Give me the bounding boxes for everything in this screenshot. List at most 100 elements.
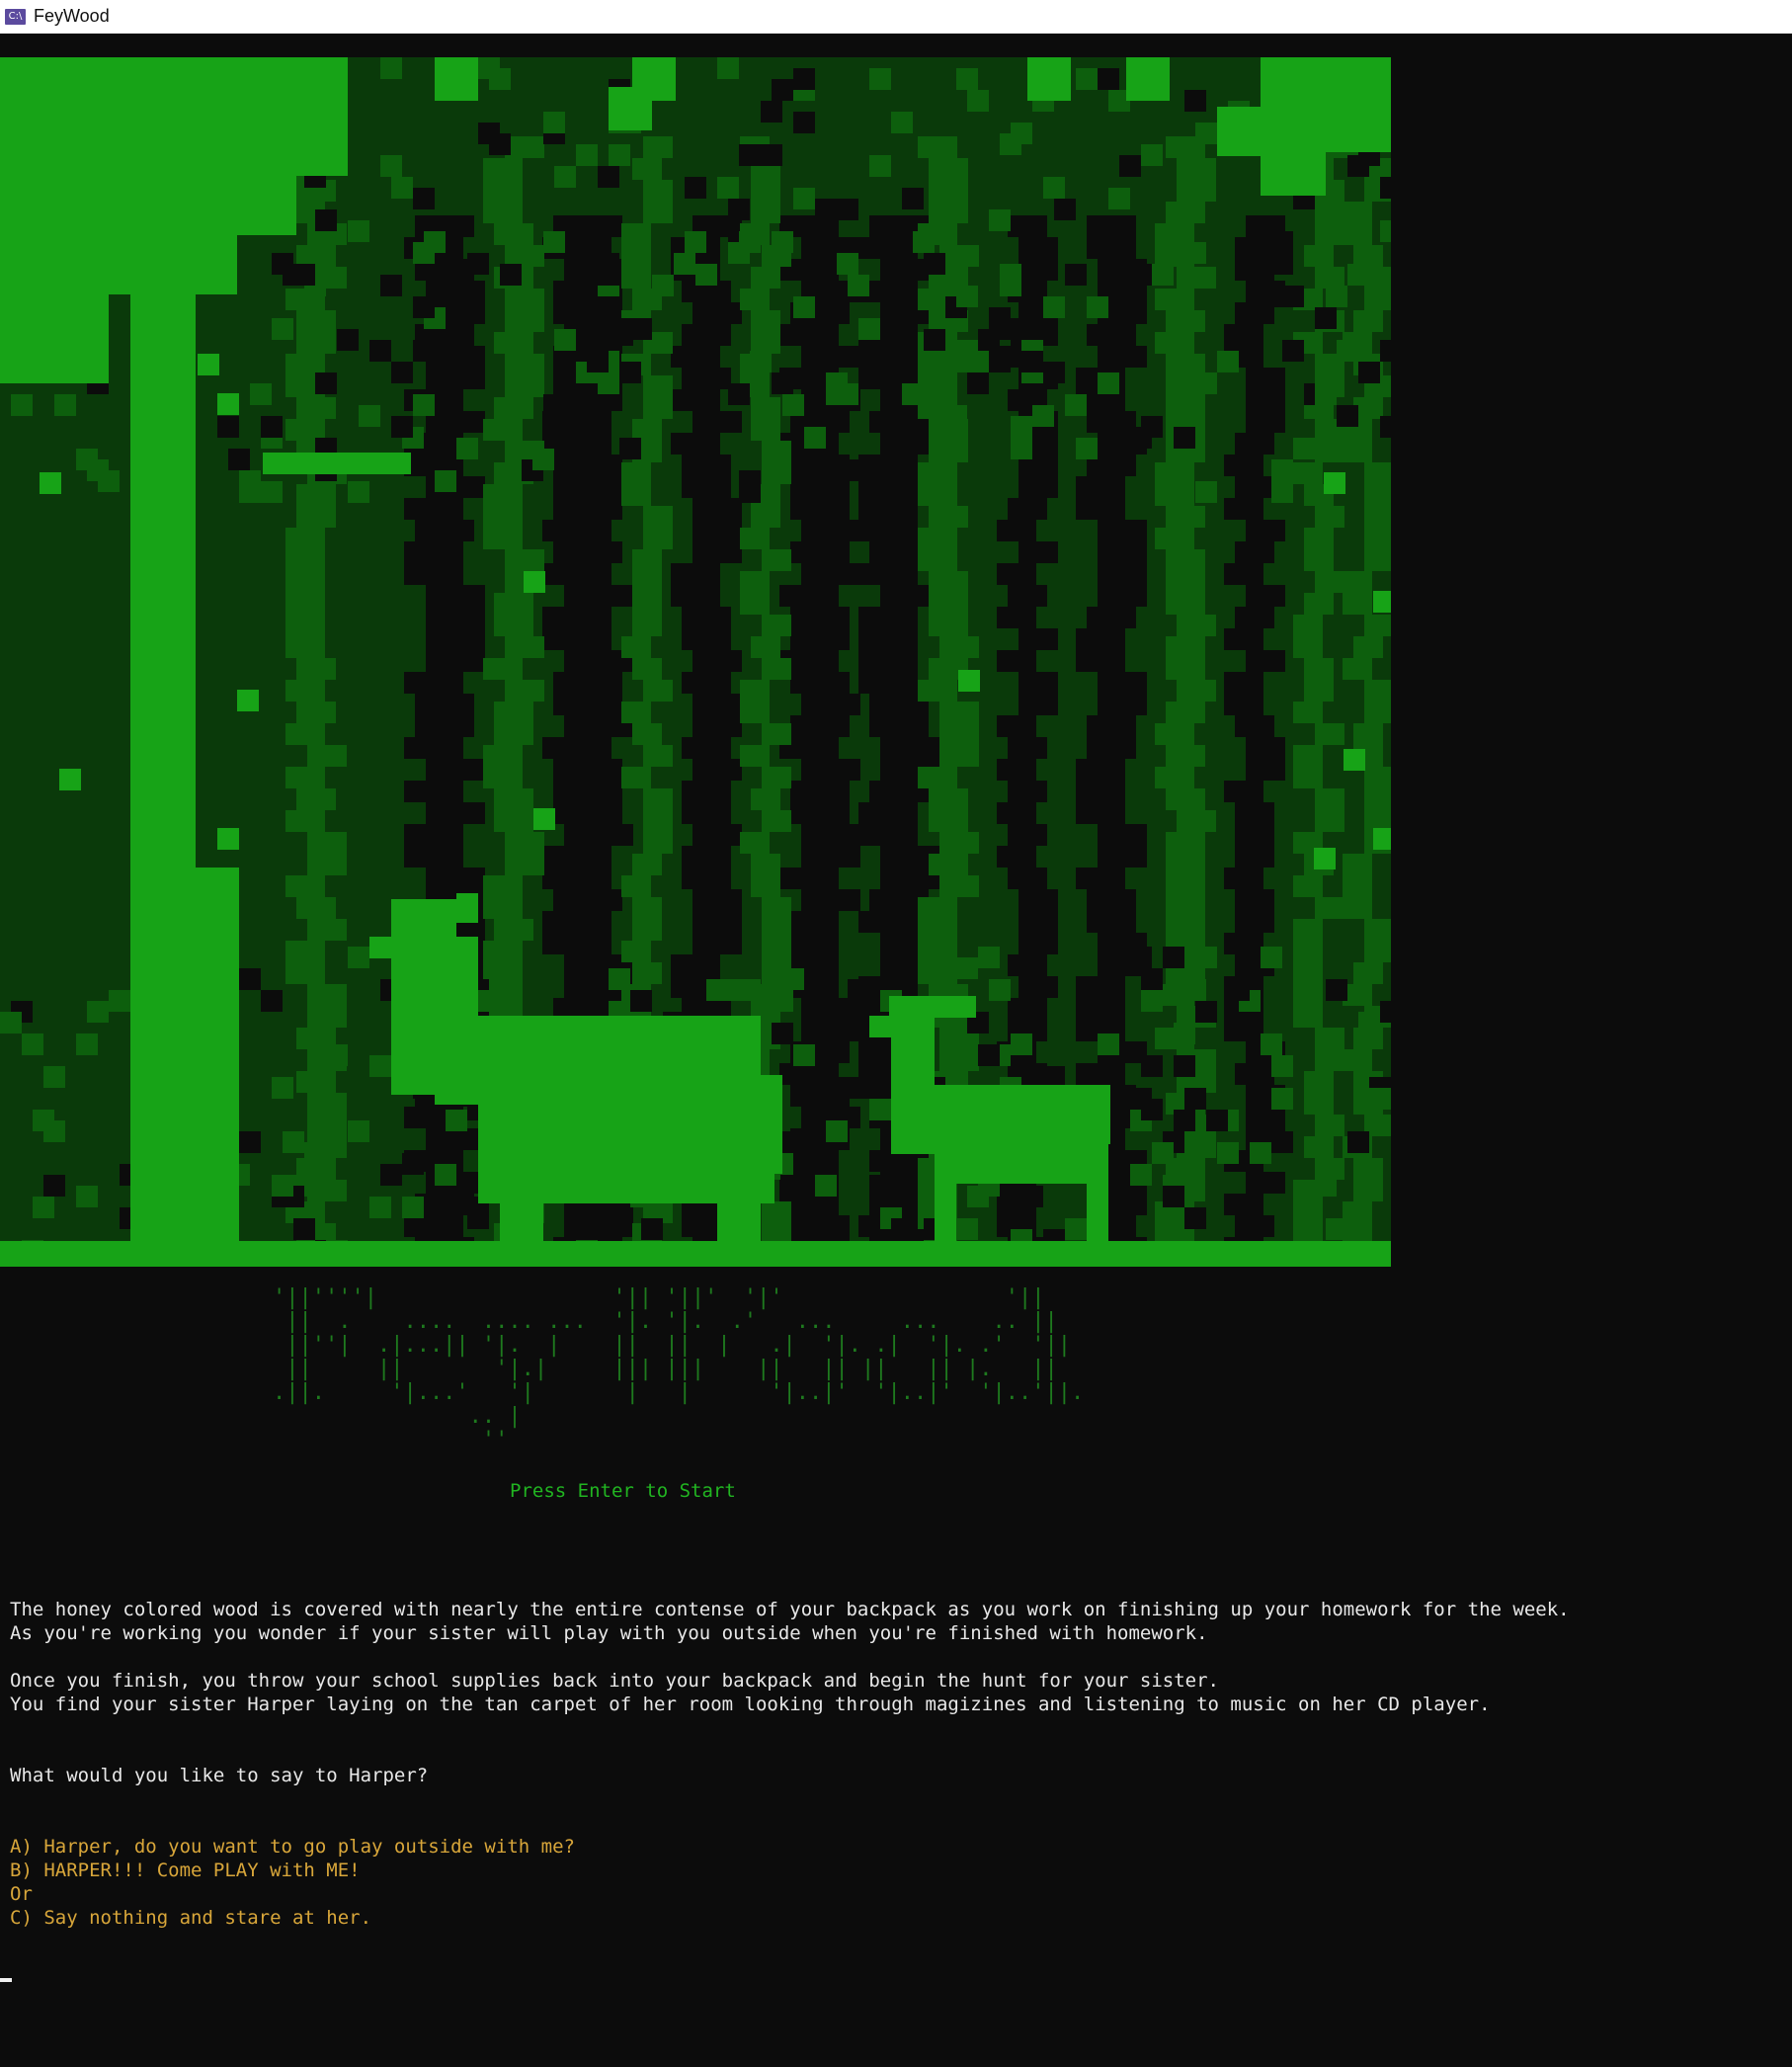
forest-shadow-block [1076, 650, 1125, 672]
ground-block [369, 1055, 391, 1077]
forest-shadow-block [1076, 868, 1125, 889]
forest-shadow-block [671, 433, 720, 455]
ground-block [1065, 1218, 1087, 1240]
forest-shadow-block [801, 824, 860, 846]
forest-shadow-block [1098, 563, 1147, 585]
forest-shadow-block [1008, 954, 1047, 976]
canopy-block [772, 231, 793, 253]
leaf-highlight [1373, 591, 1391, 613]
tree-trunk-bright [152, 868, 239, 1267]
forest-shadow-block [801, 563, 860, 585]
ground-block [500, 968, 522, 990]
forest-trunk-block [1177, 615, 1216, 636]
forest-trunk-block [285, 528, 325, 549]
canopy-block [619, 438, 641, 459]
canopy-block [1141, 144, 1163, 166]
canopy-block [717, 57, 739, 79]
canopy-block [532, 449, 554, 470]
forest-trunk-block [1293, 462, 1323, 484]
canopy-block [924, 253, 945, 275]
canopy-block [674, 253, 695, 275]
canopy-bright [0, 57, 348, 176]
forest-trunk-block [505, 549, 544, 571]
canopy-block [1358, 362, 1380, 383]
forest-shadow-block [404, 498, 463, 520]
canopy-block [1174, 427, 1195, 449]
forest-trunk-block [1177, 680, 1216, 702]
ground-block [891, 1218, 913, 1240]
forest-trunk-block [762, 1201, 791, 1223]
forest-shadow-block [692, 715, 742, 737]
forest-trunk-block [632, 419, 662, 441]
forest-shadow-block [1076, 628, 1125, 650]
forest-trunk-block [643, 788, 673, 810]
forest-trunk-block [1166, 702, 1205, 723]
forest-trunk-block [1353, 636, 1383, 658]
forest-trunk-block [740, 289, 770, 310]
forest-trunk-block [1315, 1049, 1344, 1071]
forest-trunk-block [1304, 549, 1334, 571]
forest-shadow-block [692, 520, 742, 541]
ground-block [369, 1197, 391, 1218]
canopy-block [478, 57, 500, 79]
canopy-block [369, 340, 391, 362]
ground-block [478, 990, 500, 1012]
forest-trunk-block [1166, 832, 1205, 854]
forest-trunk-block [1293, 941, 1323, 962]
forest-trunk-block [1315, 223, 1344, 245]
ground-block [978, 947, 1000, 968]
forest-shadow-block [1008, 498, 1047, 520]
ground-block [1174, 1055, 1195, 1077]
canopy-block [1043, 296, 1065, 318]
forest-shadow-block [682, 476, 731, 498]
forest-trunk-block [929, 854, 968, 875]
ground-block [76, 1186, 98, 1207]
canopy-block [619, 318, 641, 340]
canopy-block [1271, 481, 1293, 503]
forest-trunk-block [1166, 854, 1205, 875]
forest-trunk-block [1315, 788, 1344, 810]
ground-block [109, 990, 130, 1012]
forest-trunk-block [1293, 767, 1323, 788]
forest-shadow-block [1087, 737, 1136, 759]
forest-trunk-block [1166, 593, 1205, 615]
forest-shadow-block [1235, 1215, 1274, 1237]
canopy-block [1130, 264, 1152, 286]
forest-shadow-block [790, 715, 850, 737]
forest-trunk-block [296, 310, 336, 332]
forest-shadow-block [1087, 324, 1136, 346]
forest-trunk-block [762, 658, 791, 680]
ground-block [424, 1197, 446, 1218]
forest-shadow-block [1224, 628, 1263, 650]
forest-shadow-block [553, 541, 622, 563]
ground-block [33, 1110, 54, 1131]
ground-block [1174, 1023, 1195, 1044]
forest-shadow-block [542, 520, 611, 541]
console-area[interactable]: '||''''| '|| '||' '|' '|| || . .... ....… [0, 34, 1792, 2067]
forest-trunk-block [1304, 593, 1334, 615]
forest-shadow-block [1235, 433, 1274, 455]
forest-trunk-block [929, 202, 968, 223]
ground-block [1130, 1164, 1152, 1186]
deer-large [391, 899, 456, 943]
forest-trunk-block [643, 375, 673, 397]
forest-shadow-block [1018, 476, 1058, 498]
forest-trunk-block [929, 788, 968, 810]
forest-shadow-block [1076, 476, 1125, 498]
forest-trunk-block [505, 245, 544, 267]
forest-shadow-block [415, 520, 474, 541]
forest-trunk-block [307, 1006, 347, 1028]
forest-trunk-block [1364, 528, 1391, 549]
forest-trunk-block [621, 875, 651, 897]
canopy-block [1380, 340, 1391, 362]
forest-shadow-block [1246, 1172, 1285, 1194]
ground-block [1163, 1186, 1184, 1207]
forest-trunk-block [1353, 245, 1383, 267]
forest-trunk-block [307, 1093, 347, 1115]
canopy-block [793, 112, 815, 133]
canopy-block [1065, 264, 1087, 286]
forest-trunk-block [929, 571, 968, 593]
forest-trunk-block [483, 506, 523, 528]
forest-trunk-block [929, 158, 968, 180]
forest-shadow-block [1087, 889, 1136, 911]
